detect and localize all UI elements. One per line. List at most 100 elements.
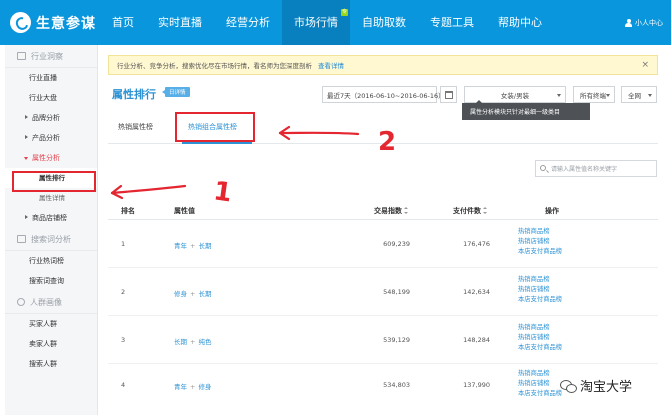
sidebar-item-product[interactable]: 产品分析 [5, 128, 97, 148]
nav-item-business[interactable]: 经营分析 [214, 0, 282, 45]
action-hot-shops[interactable]: 热销店铺榜 [518, 379, 562, 389]
nav-item-help[interactable]: 帮助中心 [486, 0, 554, 45]
annotation-box-sidebar [12, 171, 96, 192]
calendar-icon [445, 91, 453, 99]
attr-value[interactable]: 青年 [174, 383, 187, 391]
action-hot-products[interactable]: 热销商品榜 [518, 369, 562, 379]
wechat-icon [560, 379, 577, 393]
notice-link[interactable]: 查看详情 [318, 60, 344, 70]
action-my-products[interactable]: 本店支付商品榜 [518, 389, 562, 399]
row-trade-index: 609,239 [383, 240, 410, 248]
col-header-pay-label: 支付件数 [453, 207, 481, 215]
annotation-number-1: 1 [212, 176, 234, 208]
terminal-select[interactable]: 所有终端 [573, 86, 615, 103]
col-header-rank: 排名 [121, 207, 135, 215]
people-icon [17, 298, 25, 306]
action-hot-products[interactable]: 热销商品榜 [518, 323, 562, 333]
row-trade-index: 548,199 [383, 288, 410, 296]
nav-item-realtime[interactable]: 实时直播 [146, 0, 214, 45]
tab-hot-attributes[interactable]: 热销属性榜 [118, 122, 153, 132]
attr-value[interactable]: 修身 [174, 290, 187, 298]
row-actions: 热销商品榜 热销店铺榜 本店支付商品榜 [518, 275, 562, 305]
table-row: 1 青年 + 长期 609,239 176,476 热销商品榜 热销店铺榜 本店支付… [108, 220, 658, 268]
attr-value[interactable]: 长期 [174, 338, 187, 346]
title-tag: 日详情 [162, 87, 190, 97]
col-header-trade-label: 交易指数 [374, 207, 402, 215]
nav-item-market-label: 市场行情 [294, 16, 338, 29]
notice-bar: 行业分析、竞争分析，搜索优化尽在市场行情，看名师为您深度剖析 查看详情 × [108, 55, 658, 75]
network-select[interactable]: 全网 [621, 86, 657, 103]
sidebar-item-industry-overview[interactable]: 行业大盘 [5, 88, 97, 108]
attr-value[interactable]: 修身 [198, 383, 211, 391]
attr-value[interactable]: 长期 [198, 290, 211, 298]
attr-value[interactable]: 纯色 [198, 338, 211, 346]
sidebar-section-industry: 行业洞察 [5, 45, 97, 68]
attribute-search-input[interactable]: 请输入属性值名称关键字 [535, 160, 657, 177]
col-header-trade-index[interactable]: 交易指数 [374, 206, 408, 216]
action-hot-shops[interactable]: 热销店铺榜 [518, 333, 562, 343]
search-icon [17, 235, 26, 243]
sort-icon[interactable] [404, 207, 408, 214]
sidebar-item-buyers[interactable]: 买家人群 [5, 314, 97, 334]
watermark: 淘宝大学 [560, 376, 632, 395]
row-attribute[interactable]: 修身 + 长期 [174, 288, 211, 298]
row-attribute[interactable]: 青年 + 长期 [174, 240, 211, 250]
col-header-pay-count[interactable]: 支付件数 [453, 206, 487, 216]
row-rank: 4 [121, 381, 126, 389]
action-my-products[interactable]: 本店支付商品榜 [518, 247, 562, 257]
nav-item-data[interactable]: 自助取数 [350, 0, 418, 45]
sidebar-section-search: 搜索词分析 [5, 228, 97, 251]
chevron-down-icon [606, 94, 610, 97]
row-rank: 2 [121, 288, 126, 296]
nav-item-home[interactable]: 首页 [100, 0, 146, 45]
industry-select-value: 女装/男装 [500, 91, 530, 100]
sidebar-item-industry-live[interactable]: 行业直播 [5, 68, 97, 88]
row-attribute[interactable]: 长期 + 纯色 [174, 336, 211, 346]
sort-icon[interactable] [483, 207, 487, 214]
date-range-select[interactable]: 最近7天（2016-06-10~2016-06-16） [322, 86, 445, 103]
row-rank: 1 [121, 240, 126, 248]
page-title: 属性排行 [112, 88, 156, 101]
action-hot-shops[interactable]: 热销店铺榜 [518, 237, 562, 247]
action-hot-products[interactable]: 热销商品榜 [518, 275, 562, 285]
user-icon [625, 18, 632, 27]
sidebar-item-brand[interactable]: 品牌分析 [5, 108, 97, 128]
sidebar-item-attribute[interactable]: 属性分析 [5, 148, 97, 168]
row-pay-count: 142,634 [463, 288, 490, 296]
sidebar-item-shop-rank[interactable]: 商品店铺榜 [5, 208, 97, 228]
action-hot-shops[interactable]: 热销店铺榜 [518, 285, 562, 295]
row-pay-count: 137,990 [463, 381, 490, 389]
row-actions: 热销商品榜 热销店铺榜 本店支付商品榜 [518, 227, 562, 257]
row-rank: 3 [121, 336, 126, 344]
sidebar-section-people: 人群画像 [5, 291, 97, 314]
notice-text: 行业分析、竞争分析，搜索优化尽在市场行情，看名师为您深度剖析 [117, 62, 312, 70]
table-row: 3 长期 + 纯色 539,129 148,284 热销商品榜 热销店铺榜 本店支付… [108, 316, 658, 364]
logo[interactable]: 生意参谋 [10, 12, 100, 33]
nav-item-tools[interactable]: 专题工具 [418, 0, 486, 45]
action-my-products[interactable]: 本店支付商品榜 [518, 295, 562, 305]
user-menu[interactable]: 小人中心 [625, 0, 663, 45]
row-attribute[interactable]: 青年 + 修身 [174, 381, 211, 391]
annotation-box-tab [175, 112, 255, 142]
sidebar-item-sellers[interactable]: 卖家人群 [5, 334, 97, 354]
sidebar-item-searchers[interactable]: 搜索人群 [5, 354, 97, 374]
network-select-value: 全网 [628, 91, 641, 100]
sidebar-item-hot-words[interactable]: 行业热词榜 [5, 251, 97, 271]
sidebar-item-search-query[interactable]: 搜索词查询 [5, 271, 97, 291]
chevron-down-icon [648, 94, 652, 97]
action-hot-products[interactable]: 热销商品榜 [518, 227, 562, 237]
nav-badge: 专 [340, 9, 348, 16]
attr-value[interactable]: 青年 [174, 242, 187, 250]
row-trade-index: 539,129 [383, 336, 410, 344]
logo-text: 生意参谋 [36, 15, 96, 32]
sidebar: 行业洞察 行业直播 行业大盘 品牌分析 产品分析 属性分析 属性排行 属性详情 … [5, 45, 98, 415]
calendar-button[interactable] [440, 86, 457, 103]
close-icon[interactable]: × [641, 60, 649, 70]
attr-value[interactable]: 长期 [198, 242, 211, 250]
action-my-products[interactable]: 本店支付商品榜 [518, 343, 562, 353]
row-actions: 热销商品榜 热销店铺榜 本店支付商品榜 [518, 369, 562, 399]
logo-icon [10, 12, 31, 33]
nav-item-market[interactable]: 市场行情 专 [282, 0, 350, 45]
watermark-text: 淘宝大学 [580, 380, 633, 395]
row-trade-index: 534,803 [383, 381, 410, 389]
